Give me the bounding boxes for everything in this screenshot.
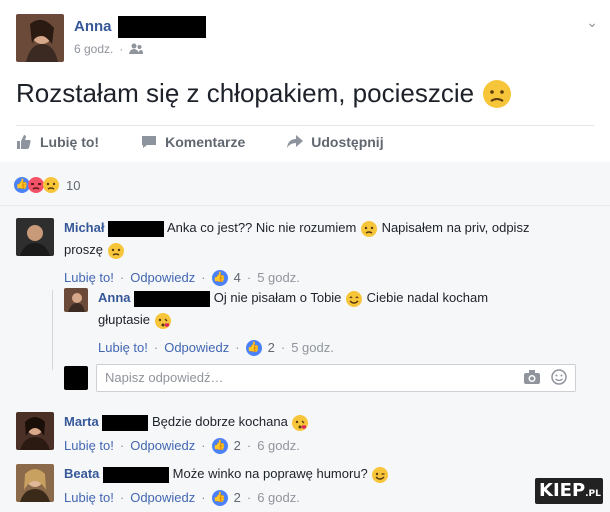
anna-avatar[interactable]	[16, 14, 64, 62]
michal-avatar[interactable]	[16, 218, 54, 256]
redaction-bar	[118, 16, 206, 38]
comment-marta: Marta Będzie dobrze kochana Lubię to! · …	[64, 412, 584, 456]
post-card: Anna 6 godz. · ⌄ Rozstałam się z chłopak…	[0, 0, 610, 162]
redaction-bar	[134, 290, 211, 307]
comment-like-count[interactable]: 4	[234, 268, 241, 288]
comment-anna-reply: Anna Oj nie pisałam o Tobie Ciebie nadal…	[98, 288, 588, 358]
like-button[interactable]: Lubię to!	[16, 134, 99, 150]
thumbs-up-icon	[17, 135, 31, 149]
reply-input[interactable]: Napisz odpowiedź…	[96, 364, 576, 392]
beata-avatar[interactable]	[16, 464, 54, 502]
comment-icon	[142, 136, 157, 148]
camera-icon[interactable]	[523, 369, 541, 385]
chevron-down-icon[interactable]: ⌄	[586, 14, 598, 31]
sad-reaction-icon	[43, 177, 59, 193]
thread-line	[52, 290, 53, 370]
redaction-bar	[102, 414, 149, 431]
smiling-face-icon	[346, 290, 363, 307]
reactions-summary[interactable]: 👍 10	[14, 176, 80, 194]
worried-face-icon	[360, 220, 377, 237]
comment-reply-link[interactable]: Odpowiedz	[164, 338, 229, 358]
comment-time[interactable]: 5 godz.	[257, 268, 300, 288]
comment-reply-link[interactable]: Odpowiedz	[130, 268, 195, 288]
comment-button[interactable]: Komentarze	[141, 134, 245, 150]
redaction-bar	[103, 466, 170, 483]
comment-reply-link[interactable]: Odpowiedz	[130, 436, 195, 456]
globe-friends-icon	[129, 43, 144, 54]
share-button[interactable]: Udostępnij	[287, 134, 384, 150]
comment-michal: Michał Anka co jest?? Nic nie rozumiem N…	[64, 218, 584, 288]
anna-reply-avatar[interactable]	[64, 288, 88, 312]
kissing-face-icon	[292, 414, 309, 431]
current-user-avatar	[64, 366, 88, 390]
reply-placeholder: Napisz odpowiedź…	[105, 370, 224, 385]
comment-beata: Beata Może winko na poprawę humoru? Lubi…	[64, 464, 524, 508]
comment-author[interactable]: Michał	[64, 220, 104, 235]
comment-like-link[interactable]: Lubię to!	[64, 436, 114, 456]
divider	[16, 125, 594, 126]
redaction-bar	[108, 220, 165, 237]
like-count-icon: 👍	[211, 270, 228, 286]
worried-face-icon	[483, 79, 512, 108]
comment-like-count[interactable]: 2	[234, 488, 241, 508]
post-time[interactable]: 6 godz.	[74, 42, 113, 56]
comment-like-link[interactable]: Lubię to!	[64, 488, 114, 508]
like-count-icon: 👍	[211, 490, 228, 506]
watermark-logo: KIEP.PL	[535, 478, 603, 504]
like-count-icon: 👍	[211, 438, 228, 454]
comment-author[interactable]: Beata	[64, 466, 99, 481]
comment-like-link[interactable]: Lubię to!	[98, 338, 148, 358]
kissing-face-icon	[154, 312, 171, 329]
comment-reply-link[interactable]: Odpowiedz	[130, 488, 195, 508]
comment-like-count[interactable]: 2	[268, 338, 275, 358]
divider	[0, 205, 610, 206]
share-arrow-icon	[287, 135, 304, 148]
marta-avatar[interactable]	[16, 412, 54, 450]
comment-time[interactable]: 6 godz.	[257, 488, 300, 508]
reactions-count: 10	[66, 177, 81, 193]
smiley-icon[interactable]	[551, 369, 567, 385]
worried-face-icon	[107, 242, 124, 259]
like-count-icon: 👍	[245, 340, 262, 356]
comment-time[interactable]: 5 godz.	[291, 338, 334, 358]
post-author[interactable]: Anna	[74, 18, 112, 35]
comment-author[interactable]: Marta	[64, 414, 99, 429]
comment-like-link[interactable]: Lubię to!	[64, 268, 114, 288]
post-meta: 6 godz. ·	[74, 42, 144, 56]
post-text: Rozstałam się z chłopakiem, pocieszcie	[16, 78, 512, 109]
post-actions: Lubię to! Komentarze Udostępnij	[16, 134, 384, 150]
comment-author[interactable]: Anna	[98, 290, 131, 305]
comment-time[interactable]: 6 godz.	[257, 436, 300, 456]
winking-face-icon	[372, 466, 389, 483]
comment-like-count[interactable]: 2	[234, 436, 241, 456]
